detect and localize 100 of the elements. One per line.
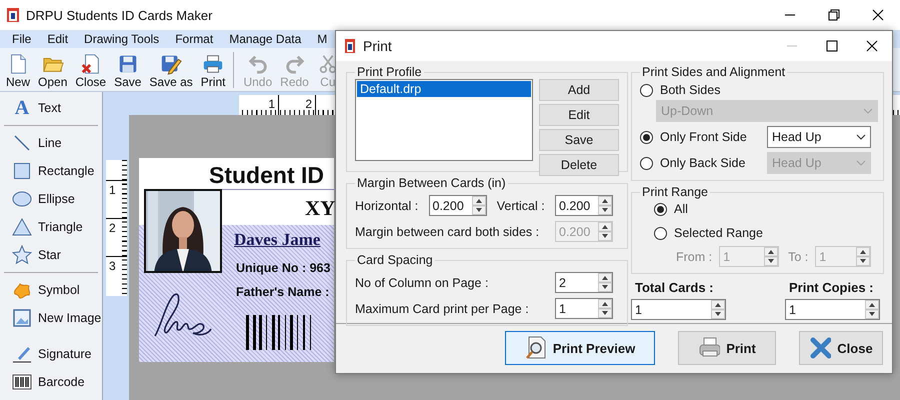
image-icon xyxy=(12,308,32,328)
pen-icon xyxy=(12,344,32,364)
star-icon xyxy=(12,245,32,265)
menu-item[interactable]: M xyxy=(317,32,328,46)
radio-label: All xyxy=(674,202,688,216)
tool-item[interactable]: Ellipse xyxy=(0,185,102,213)
dialog-button[interactable]: Close xyxy=(799,331,883,365)
spin-arrows-icon xyxy=(711,300,725,319)
tool-item[interactable]: Triangle xyxy=(0,213,102,241)
chevron-icon xyxy=(856,134,866,140)
menu-item[interactable]: File xyxy=(12,32,32,46)
maximize-icon[interactable] xyxy=(826,40,838,52)
field-label: Margin between card both sides : xyxy=(355,224,540,238)
group-label: Card Spacing xyxy=(356,253,434,267)
radio-button[interactable] xyxy=(640,130,653,144)
number-field[interactable]: 1 xyxy=(631,299,726,320)
close-icon xyxy=(809,336,832,360)
triangle-icon xyxy=(12,217,32,237)
radio-label: Only Back Side xyxy=(660,156,746,170)
toolbar-button[interactable]: Print xyxy=(198,53,228,91)
spin-arrows-icon xyxy=(856,247,870,266)
field-label: Unique No : 963 xyxy=(236,261,330,275)
radio-button[interactable] xyxy=(640,84,653,96)
profile-button[interactable]: Add xyxy=(539,79,619,101)
toolbar-button[interactable]: Open xyxy=(35,53,70,91)
chevron-icon xyxy=(863,108,873,114)
undo-icon xyxy=(246,53,269,75)
rectangle-icon xyxy=(12,161,32,181)
spin-arrows-icon xyxy=(598,196,612,215)
restore-icon[interactable] xyxy=(828,9,840,21)
ruler-number: 2 xyxy=(305,97,312,111)
redo-icon xyxy=(284,53,306,75)
menu-item[interactable]: Edit xyxy=(47,32,68,46)
group-label: Margin Between Cards (in) xyxy=(356,176,507,190)
number-field[interactable]: 2 xyxy=(555,272,613,293)
number-field[interactable]: 0.200 xyxy=(554,195,613,216)
close-icon[interactable] xyxy=(872,9,884,21)
barcode-icon xyxy=(12,372,32,392)
radio-label: Both Sides xyxy=(660,83,720,97)
toolbar-button[interactable]: Save as xyxy=(146,53,196,91)
group-label: Print Sides and Alignment xyxy=(641,65,786,79)
group-label: Print Range xyxy=(641,185,710,199)
menu-item[interactable]: Format xyxy=(175,32,214,46)
student-name: Daves Jame xyxy=(234,230,320,250)
number-field[interactable]: 0.200 xyxy=(428,195,486,216)
radio-button[interactable] xyxy=(640,156,653,170)
spin-arrows-icon xyxy=(598,222,612,241)
ruler-number: 1 xyxy=(109,183,116,197)
dialog-title: Print xyxy=(363,38,392,54)
menu-item[interactable]: Manage Data xyxy=(229,32,302,46)
close-icon[interactable] xyxy=(866,40,878,52)
dropdown[interactable]: Head Up xyxy=(767,126,871,148)
close-file-icon xyxy=(80,53,102,75)
spin-arrows-icon xyxy=(472,196,486,215)
app-icon xyxy=(344,38,356,54)
window-title: DRPU Students ID Cards Maker xyxy=(26,8,212,22)
tool-item[interactable]: A Text xyxy=(0,94,102,122)
card-title: Student ID xyxy=(209,162,324,189)
dialog-button[interactable]: Print xyxy=(678,331,776,365)
field-label: Horizontal : xyxy=(355,198,418,212)
radio-label: Selected Range xyxy=(674,226,763,240)
toolbar-button[interactable]: New xyxy=(3,53,34,91)
tool-item[interactable]: Signature xyxy=(0,340,102,368)
field-label: To : xyxy=(788,250,808,264)
number-field[interactable]: 1 xyxy=(555,298,613,319)
toolbar-button[interactable]: Save xyxy=(111,53,144,91)
save-as-icon xyxy=(160,53,182,75)
preview-icon xyxy=(524,336,547,360)
spin-arrows-icon xyxy=(865,300,879,319)
field-label: Vertical : xyxy=(496,198,545,212)
field-label: From : xyxy=(676,250,712,264)
tool-item[interactable]: Line xyxy=(0,129,102,157)
tool-item[interactable]: New Image xyxy=(0,304,102,332)
ruler-number: 3 xyxy=(109,259,116,273)
text-tool-icon: A xyxy=(12,96,32,120)
menu-item[interactable]: Drawing Tools xyxy=(84,32,160,46)
tool-item[interactable]: Barcode xyxy=(0,368,102,396)
number-field[interactable]: 1 xyxy=(785,299,880,320)
field-label: Maximum Card print per Page : xyxy=(355,302,529,316)
spin-arrows-icon xyxy=(598,273,612,292)
tool-item[interactable]: Star xyxy=(0,241,102,269)
ellipse-icon xyxy=(12,189,32,209)
field-label: Father's Name : xyxy=(236,285,330,299)
toolbar-button[interactable]: Close xyxy=(72,53,110,91)
dialog-button[interactable]: Print Preview xyxy=(505,331,655,365)
ruler-number: 1 xyxy=(268,97,275,111)
list-item[interactable]: Default.drp xyxy=(357,81,531,97)
profile-button[interactable]: Edit xyxy=(539,104,619,126)
field-label: No of Column on Page : xyxy=(355,276,488,290)
spin-arrows-icon xyxy=(598,299,612,318)
tool-item[interactable]: Rectangle xyxy=(0,157,102,185)
school-name: XY xyxy=(305,196,336,221)
profile-button[interactable]: Delete xyxy=(539,154,619,176)
profile-button[interactable]: Save xyxy=(539,129,619,151)
field-label: Total Cards : xyxy=(634,280,714,295)
line-icon xyxy=(12,133,32,153)
printer-icon xyxy=(202,53,224,75)
group-label: Print Profile xyxy=(356,65,423,79)
tool-item[interactable]: Symbol xyxy=(0,276,102,304)
chevron-icon xyxy=(856,160,866,166)
